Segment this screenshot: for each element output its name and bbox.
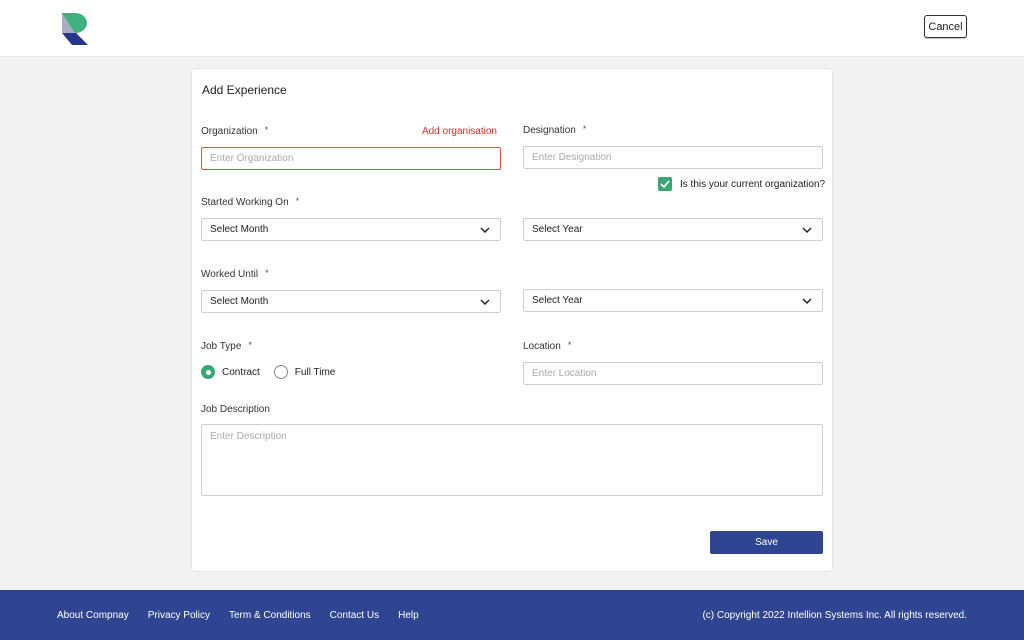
footer: About Compnay Privacy Policy Term & Cond… <box>0 590 1024 640</box>
radio-contract-label: Contract <box>222 366 260 378</box>
job-type-label-text: Job Type <box>201 341 242 352</box>
end-year-value: Select Year <box>532 295 583 306</box>
location-input[interactable]: Enter Location <box>523 362 823 385</box>
checkmark-icon <box>660 180 670 188</box>
footer-link-about[interactable]: About Compnay <box>57 610 129 621</box>
footer-link-help[interactable]: Help <box>398 610 419 621</box>
radio-full-time-label: Full Time <box>294 366 336 378</box>
radio-contract[interactable] <box>201 365 215 379</box>
chevron-down-icon <box>480 299 490 306</box>
chevron-down-icon <box>480 227 490 234</box>
worked-until-label: Worked Until * <box>201 268 269 280</box>
required-marker: * <box>248 340 252 350</box>
designation-input[interactable]: Enter Designation <box>523 146 823 169</box>
required-marker: * <box>567 340 572 350</box>
start-month-select[interactable]: Select Month <box>201 218 501 241</box>
required-marker: * <box>582 124 587 134</box>
required-marker: * <box>265 268 269 278</box>
end-month-value: Select Month <box>210 296 269 307</box>
required-marker: * <box>264 125 269 135</box>
footer-link-contact[interactable]: Contact Us <box>330 610 379 621</box>
started-working-on-label: Started Working On * <box>201 196 300 208</box>
worked-until-label-text: Worked Until <box>201 269 259 280</box>
add-experience-card: Add Experience Organization * Add organis… <box>191 68 833 572</box>
designation-label-text: Designation <box>523 125 576 136</box>
current-organization-checkbox-row[interactable]: Is this your current organization? <box>658 177 825 191</box>
organization-input[interactable]: Enter Organization <box>201 147 501 170</box>
required-marker: * <box>295 196 300 206</box>
footer-links: About Compnay Privacy Policy Term & Cond… <box>57 610 438 621</box>
radio-full-time[interactable] <box>273 365 288 379</box>
job-type-radio-group: Contract Full Time <box>201 365 349 379</box>
start-year-select[interactable]: Select Year <box>523 218 823 241</box>
location-label-text: Location <box>523 341 561 352</box>
add-organisation-link[interactable]: Add organisation <box>422 126 497 137</box>
save-button[interactable]: Save <box>710 531 823 554</box>
end-year-select[interactable]: Select Year <box>523 289 823 312</box>
current-organization-label: Is this your current organization? <box>680 178 826 190</box>
location-label: Location * <box>523 340 572 352</box>
chevron-down-icon <box>802 298 812 305</box>
job-description-textarea[interactable]: Enter Description <box>201 424 823 496</box>
end-month-select[interactable]: Select Month <box>201 290 501 313</box>
current-organization-checkbox[interactable] <box>658 177 672 191</box>
organization-label: Organization * <box>201 125 269 137</box>
start-month-value: Select Month <box>210 224 269 235</box>
chevron-down-icon <box>802 227 812 234</box>
job-type-option-contract[interactable]: Contract <box>201 365 260 379</box>
start-year-value: Select Year <box>532 224 583 235</box>
copyright-text: (c) Copyright 2022 Intellion Systems Inc… <box>702 610 967 621</box>
designation-label: Designation * <box>523 124 587 136</box>
started-working-on-label-text: Started Working On <box>201 197 289 208</box>
footer-link-terms[interactable]: Term & Conditions <box>229 610 311 621</box>
top-header: Cancel <box>0 0 1024 57</box>
footer-link-privacy[interactable]: Privacy Policy <box>148 610 210 621</box>
job-type-option-full-time[interactable]: Full Time <box>273 365 336 379</box>
logo-icon[interactable] <box>62 13 89 45</box>
form-title: Add Experience <box>202 83 287 97</box>
cancel-button[interactable]: Cancel <box>924 15 967 38</box>
organization-label-text: Organization <box>201 126 258 137</box>
job-description-label: Job Description <box>201 404 270 415</box>
job-type-label: Job Type * <box>201 340 252 352</box>
